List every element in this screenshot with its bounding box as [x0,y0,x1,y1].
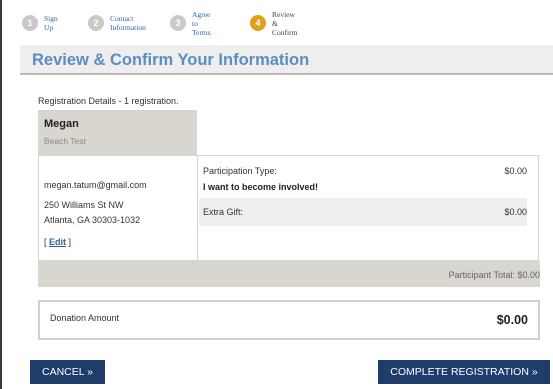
registration-box: megan.tatum@gmail.com 250 Williams St NW… [38,155,539,261]
edit-link[interactable]: Edit [49,237,66,247]
registrant-subtitle: Beach Test [44,136,86,146]
edit-wrapper: [ Edit ] [44,237,71,247]
step-number-icon: 4 [250,15,266,31]
step-review-confirm: 4 Review & Confirm [250,9,298,37]
step-sign-up[interactable]: 1 Sign Up [22,10,58,36]
donation-box: Donation Amount $0.00 [38,300,540,340]
step-agree-to-terms[interactable]: 3 Agree to Terms [170,9,211,37]
participant-total-bar: Participant Total: $0.00 [38,261,540,287]
step-label: Review & Confirm [272,9,298,37]
step-label: Contact Information [110,14,146,32]
edit-bracket-close: ] [66,237,72,247]
participation-type-label: Participation Type: [203,166,277,176]
step-number-icon: 2 [88,15,104,31]
step-contact-information[interactable]: 2 Contact Information [88,10,146,36]
step-number-icon: 3 [170,15,186,31]
step-label: Agree to Terms [192,9,211,37]
extra-gift-row: Extra Gift: $0.00 [199,198,527,226]
cancel-button[interactable]: CANCEL » [30,360,105,384]
donation-amount: $0.00 [496,313,528,327]
address-line-2: Atlanta, GA 30303-1032 [44,215,141,225]
extra-gift-label: Extra Gift: [203,207,244,217]
registrant-contact: megan.tatum@gmail.com 250 Williams St NW… [39,156,198,260]
left-border [0,0,2,389]
address-line-1: 250 Williams St NW [44,200,124,210]
step-label: Sign Up [44,14,58,32]
registrant-name: Megan [44,118,79,130]
registrant-email: megan.tatum@gmail.com [44,180,147,190]
extra-gift-amount: $0.00 [504,207,527,217]
participation-type-value: I want to become involved! [203,182,319,192]
page-title: Review & Confirm Your Information [32,51,310,69]
registration-items: Participation Type: I want to become inv… [199,156,538,260]
participant-total: Participant Total: $0.00 [448,270,540,280]
donation-label: Donation Amount [50,313,120,323]
step-number-icon: 1 [22,15,38,31]
registrant-card: Megan Beach Test [38,110,197,155]
participation-type-row: Participation Type: I want to become inv… [203,162,527,202]
participation-type-amount: $0.00 [504,166,527,176]
registration-details-label: Registration Details - 1 registration. [38,96,179,106]
heading-bar: Review & Confirm Your Information [20,45,553,75]
complete-registration-button[interactable]: COMPLETE REGISTRATION » [378,360,550,384]
